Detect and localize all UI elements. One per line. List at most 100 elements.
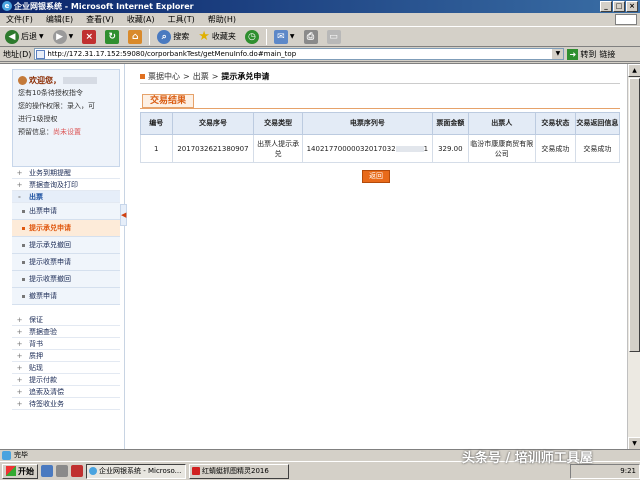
home-icon: ⌂ xyxy=(128,29,143,44)
start-button[interactable]: 开始 xyxy=(2,463,38,479)
refresh-button[interactable]: ↻ xyxy=(103,28,121,46)
chevron-down-icon: ▼ xyxy=(289,33,295,40)
bullet-icon xyxy=(22,277,25,281)
welcome-text: 欢迎您， xyxy=(29,76,61,85)
go-arrow-icon: ➜ xyxy=(567,48,579,60)
nav-item-payment-request[interactable]: + 提示付款 xyxy=(12,374,120,386)
nav-item-guarantee[interactable]: + 保证 xyxy=(12,314,120,326)
go-label: 转到 xyxy=(580,49,597,59)
search-button[interactable]: ⌕ 搜索 xyxy=(155,28,191,46)
nav-item-expiry-reminder[interactable]: + 业务到期提醒 xyxy=(12,167,120,179)
print-button[interactable]: ⎙ xyxy=(302,28,320,46)
sub-item-label: 提示收票撤回 xyxy=(29,274,71,283)
windows-logo-icon xyxy=(615,14,637,25)
nav-item-recourse[interactable]: + 追索及清偿 xyxy=(12,386,120,398)
expand-icon: + xyxy=(16,339,23,348)
quicklaunch-ie-icon[interactable] xyxy=(41,465,53,477)
return-button[interactable]: 返回 xyxy=(362,170,390,183)
menu-view[interactable]: 查看(V) xyxy=(86,13,114,26)
minimize-button[interactable]: _ xyxy=(600,1,612,12)
address-input[interactable]: http://172.31.17.152:59080/corporbankTes… xyxy=(34,48,565,60)
scroll-up-icon[interactable]: ▲ xyxy=(628,64,640,77)
menu-file[interactable]: 文件(F) xyxy=(6,13,33,26)
chevron-down-icon[interactable]: ▼ xyxy=(552,49,564,59)
col-header: 出票人 xyxy=(467,112,536,135)
taskbar-item-ie[interactable]: 企业网银系统 - Microso... xyxy=(86,463,186,479)
breadcrumb-bill-center[interactable]: 票据中心 xyxy=(148,71,180,82)
stop-icon: × xyxy=(82,29,97,44)
nav-item-label: 贴现 xyxy=(29,363,43,372)
mail-button[interactable]: ✉ ▼ xyxy=(272,28,297,46)
go-button[interactable]: ➜ 转到 xyxy=(567,48,597,60)
sidebar-collapse-toggle[interactable]: ◀ xyxy=(120,204,127,226)
main-content: 票据中心 > 出票 > 提示承兑申请 交易结果 编号 交易序号 交易类型 电票序… xyxy=(128,64,626,450)
menu-tools[interactable]: 工具(T) xyxy=(168,13,195,26)
sub-item-label: 出票申请 xyxy=(29,206,57,215)
reserved-info-value[interactable]: 尚未设置 xyxy=(53,128,81,136)
nav-item-discount[interactable]: + 贴现 xyxy=(12,362,120,374)
nav-item-label: 票据查验 xyxy=(29,327,57,336)
sub-item-acceptance-request[interactable]: 提示承兑申请 xyxy=(12,220,120,237)
col-header: 交易返回信息 xyxy=(574,112,621,135)
expand-icon: + xyxy=(16,168,23,177)
cell-id: 1 xyxy=(140,134,173,163)
forward-button[interactable]: ▶ ▼ xyxy=(51,28,76,46)
nav-menu: + 业务到期提醒 + 票据查询及打印 - 出票 出票申请 提示承兑申请 提示承兑… xyxy=(12,167,120,410)
print-icon: ⎙ xyxy=(303,29,318,44)
address-label: 地址(D) xyxy=(3,49,32,59)
sub-item-receipt-withdraw[interactable]: 提示收票撤回 xyxy=(12,271,120,288)
links-button[interactable]: 链接 xyxy=(599,49,615,60)
breadcrumb: 票据中心 > 出票 > 提示承兑申请 xyxy=(140,71,269,82)
sub-item-cancel-bill[interactable]: 撤票申请 xyxy=(12,288,120,305)
sub-item-acceptance-withdraw[interactable]: 提示承兑撤回 xyxy=(12,237,120,254)
sub-item-label: 提示承兑撤回 xyxy=(29,240,71,249)
user-info-panel: 欢迎您， 您有10条待授权指令 您的操作权限：录入，可 进行1级授权 预留信息：… xyxy=(12,69,120,167)
back-button[interactable]: ◀ 后退 ▼ xyxy=(3,28,46,46)
expand-icon: + xyxy=(16,180,23,189)
nav-item-bill-query[interactable]: + 票据查询及打印 xyxy=(12,179,120,191)
scroll-thumb[interactable] xyxy=(629,78,640,352)
toolbar: ◀ 后退 ▼ ▶ ▼ × ↻ ⌂ ⌕ 搜索 ★ 收藏夹 ◷ ✉ ▼ ⎙ ▭ xyxy=(0,26,640,47)
sub-item-receipt-request[interactable]: 提示收票申请 xyxy=(12,254,120,271)
menu-favorites[interactable]: 收藏(A) xyxy=(127,13,155,26)
left-sidebar: 欢迎您， 您有10条待授权指令 您的操作权限：录入，可 进行1级授权 预留信息：… xyxy=(0,64,127,450)
nav-item-pending-sign[interactable]: + 待签收业务 xyxy=(12,398,120,410)
quicklaunch-app-icon[interactable] xyxy=(71,465,83,477)
expand-icon: + xyxy=(16,375,23,384)
sub-item-issue-application[interactable]: 出票申请 xyxy=(12,203,120,220)
vertical-scrollbar[interactable]: ▲ ▼ xyxy=(627,64,640,450)
col-header: 票面金额 xyxy=(431,112,469,135)
stop-button[interactable]: × xyxy=(80,28,98,46)
edit-button[interactable]: ▭ xyxy=(325,28,343,46)
cell-type: 出票人提示承兑 xyxy=(253,134,303,163)
welcome-line: 欢迎您， xyxy=(18,74,114,87)
home-button[interactable]: ⌂ xyxy=(126,28,144,46)
divider xyxy=(140,108,620,109)
breadcrumb-issue[interactable]: 出票 xyxy=(193,71,209,82)
menu-edit[interactable]: 编辑(E) xyxy=(46,13,73,26)
favorites-button[interactable]: ★ 收藏夹 xyxy=(196,28,238,46)
history-button[interactable]: ◷ xyxy=(243,28,261,46)
expand-icon: + xyxy=(16,399,23,408)
window-title-bar: e 企业网银系统 - Microsoft Internet Explorer _… xyxy=(0,0,640,13)
nav-item-bill-verify[interactable]: + 票据查验 xyxy=(12,326,120,338)
menu-help[interactable]: 帮助(H) xyxy=(208,13,236,26)
nav-item-endorsement[interactable]: + 背书 xyxy=(12,338,120,350)
table-row: 1 2017032621380907 出票人提示承兑 1402177000003… xyxy=(140,134,621,163)
maximize-button[interactable]: □ xyxy=(613,1,625,12)
quicklaunch-desktop-icon[interactable] xyxy=(56,465,68,477)
favorites-label: 收藏夹 xyxy=(211,32,236,41)
nav-item-pledge[interactable]: + 质押 xyxy=(12,350,120,362)
col-header: 编号 xyxy=(140,112,173,135)
col-header: 交易状态 xyxy=(534,112,576,135)
redacted-serial xyxy=(395,145,424,152)
pending-auth-text[interactable]: 您有10条待授权指令 xyxy=(18,87,114,100)
taskbar-item-screenshot-tool[interactable]: 红蜻蜓抓图精灵2016 xyxy=(189,463,289,479)
sub-item-label: 提示承兑申请 xyxy=(29,223,71,232)
close-button[interactable]: × xyxy=(626,1,638,12)
col-header: 交易类型 xyxy=(253,112,303,135)
expand-icon: + xyxy=(16,363,23,372)
dragonfly-icon xyxy=(192,466,200,475)
nav-item-issue-bill[interactable]: - 出票 xyxy=(12,191,120,203)
cell-seq: 2017032621380907 xyxy=(171,134,255,163)
